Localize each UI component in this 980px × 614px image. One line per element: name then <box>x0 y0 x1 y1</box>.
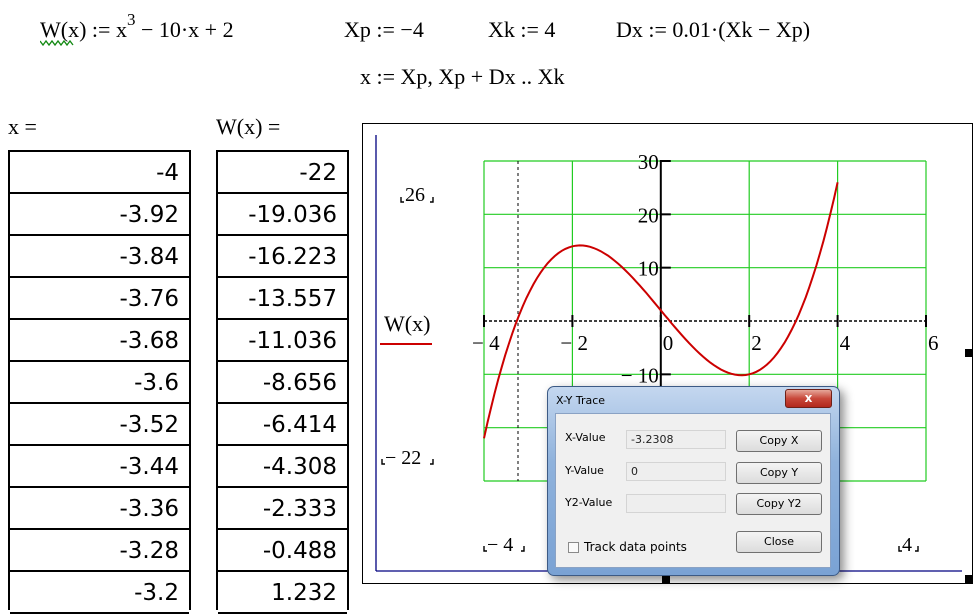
ymin-marker-text: − 22 <box>385 447 421 469</box>
xy-trace-dialog[interactable]: X-Y Trace x X-Value -3.2308 Copy X Y-Val… <box>547 386 840 576</box>
y-value-field[interactable]: 0 <box>626 462 726 481</box>
xmin-marker[interactable]: − 4 <box>483 534 525 556</box>
track-data-points-checkbox[interactable] <box>568 542 579 553</box>
track-data-points-label[interactable]: Track data points <box>584 540 687 554</box>
resize-handle-right[interactable] <box>965 349 973 357</box>
copy-y-button[interactable]: Copy Y <box>736 462 822 484</box>
y-tick-label: 20 <box>638 203 659 227</box>
x-tick-label: 0 <box>663 331 674 355</box>
y2-value-label: Y2-Value <box>565 496 613 509</box>
ymin-marker[interactable]: − 22 <box>381 447 434 469</box>
resize-handle-bottom[interactable] <box>662 575 670 583</box>
x-tick-label: 6 <box>928 331 939 355</box>
copy-y2-button[interactable]: Copy Y2 <box>736 493 822 515</box>
xmax-marker-text: 4 <box>902 534 912 556</box>
x-value-label: X-Value <box>565 431 606 444</box>
ymax-marker-text: 26 <box>405 184 425 206</box>
x-value-field[interactable]: -3.2308 <box>626 430 726 449</box>
plot-tick-labels: − 4 − 2 0 2 4 6 30 20 10 − 10 <box>472 150 939 387</box>
x-tick-label: − 2 <box>560 331 588 355</box>
dialog-title: X-Y Trace <box>556 394 606 407</box>
dialog-close-button[interactable]: Close <box>736 531 822 553</box>
x-tick-label: − 4 <box>472 331 500 355</box>
y-tick-label: 30 <box>638 150 659 174</box>
x-tick-label: 4 <box>840 331 851 355</box>
xmax-marker[interactable]: 4 <box>898 534 919 556</box>
copy-x-button[interactable]: Copy X <box>736 430 822 452</box>
xmin-marker-text: − 4 <box>487 534 513 556</box>
y2-value-field[interactable] <box>626 494 726 513</box>
y-tick-label: − 10 <box>621 363 659 387</box>
legend-label: W(x) <box>384 311 430 336</box>
ymax-marker[interactable]: 26 <box>400 184 434 206</box>
dialog-body: X-Value -3.2308 Copy X Y-Value 0 Copy Y … <box>555 413 831 568</box>
y-tick-label: 10 <box>638 257 659 281</box>
y-value-label: Y-Value <box>565 464 604 477</box>
resize-handle-corner[interactable] <box>965 575 973 583</box>
x-tick-label: 2 <box>751 331 762 355</box>
dialog-close-icon[interactable]: x <box>785 389 832 408</box>
